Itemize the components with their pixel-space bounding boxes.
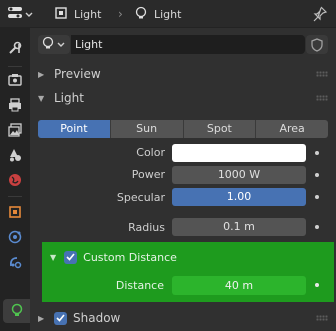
properties-tab-strip [0,28,30,331]
tab-light-data[interactable] [3,299,30,323]
collapsed-triangle-icon: ▶ [38,69,45,79]
color-swatch[interactable] [172,144,306,162]
image-stack-icon [7,122,23,141]
collapsed-triangle-icon: ▶ [38,313,45,323]
breadcrumb-object-label: Light [74,7,102,21]
chevron-down-icon [25,8,33,21]
tab-render[interactable] [3,69,27,93]
panel-shadow-label: Shadow [73,311,121,325]
light-properties-panel: Light ▶ Preview ▼ Light Point Sun Spot A… [30,28,336,331]
power-label: Power [131,168,165,181]
panel-shadow-header[interactable]: ▶ Shadow [30,306,336,330]
object-data-icon [54,6,68,23]
drag-grip-icon[interactable] [316,71,328,77]
shadow-checkbox[interactable] [54,311,67,325]
tab-world[interactable] [3,169,27,193]
drag-grip-icon[interactable] [316,315,328,321]
custom-distance-label: Custom Distance [83,250,177,264]
power-field[interactable]: 1000 W [172,166,306,184]
datablock-name-input[interactable]: Light [71,35,305,54]
keyframe-dot-icon[interactable] [315,195,319,199]
light-bulb-icon [134,6,148,23]
fake-user-shield-icon[interactable] [306,35,328,54]
camera-back-icon [7,72,23,91]
tab-physics[interactable] [3,226,27,250]
tab-constraints[interactable] [3,251,27,275]
light-type-area-button[interactable]: Area [256,120,328,138]
expanded-triangle-icon: ▼ [38,93,45,103]
tab-object[interactable] [3,201,27,225]
printer-icon [7,97,23,116]
specular-label: Specular [116,191,165,204]
light-type-spot-button[interactable]: Spot [183,120,257,138]
radius-label: Radius [128,221,165,234]
panel-preview-header[interactable]: ▶ Preview [30,62,336,86]
drag-grip-icon[interactable] [316,95,328,101]
tab-scene[interactable] [3,144,27,168]
wrench-screwdriver-icon [7,40,23,59]
properties-header: Light › Light [0,0,336,28]
breadcrumb-separator: › [118,7,123,21]
breadcrumb-light-data[interactable]: Light [134,4,181,24]
distance-field[interactable]: 40 m [172,276,306,295]
panel-light-header[interactable]: ▼ Light [30,86,336,110]
tab-view-layer[interactable] [3,119,27,143]
editor-type-button[interactable] [4,4,40,24]
tab-tool[interactable] [3,37,27,61]
breadcrumb-light-label: Light [154,7,182,21]
keyframe-dot-icon[interactable] [315,283,319,287]
distance-label: Distance [115,279,164,292]
world-globe-icon [7,172,23,191]
custom-distance-checkbox[interactable] [64,250,78,264]
physics-orbit-icon [7,229,23,248]
constraint-icon [7,254,23,273]
custom-distance-subpanel: ▼ Custom Distance Distance 40 m [42,242,334,302]
expanded-triangle-icon: ▼ [50,252,57,262]
specular-slider[interactable]: 1.00 [172,188,306,206]
panel-preview-label: Preview [54,67,101,81]
color-label: Color [136,146,165,159]
light-bulb-icon [41,36,55,53]
light-type-selector: Point Sun Spot Area [38,120,328,138]
datablock-browse-button[interactable] [38,35,70,54]
pin-icon[interactable] [312,5,328,23]
custom-distance-header[interactable]: ▼ Custom Distance [42,242,334,272]
radius-field[interactable]: 0.1 m [172,218,306,236]
panel-light-label: Light [54,91,84,105]
object-square-icon [7,204,23,223]
breadcrumb-object[interactable]: Light [54,4,101,24]
tab-output[interactable] [3,94,27,118]
keyframe-dot-icon[interactable] [315,173,319,177]
properties-editor-icon [7,6,23,23]
keyframe-dot-icon[interactable] [315,151,319,155]
scene-cone-icon [7,147,23,166]
chevron-down-icon [57,38,65,51]
keyframe-dot-icon[interactable] [315,225,319,229]
light-type-sun-button[interactable]: Sun [110,120,184,138]
light-bulb-icon [9,302,25,321]
light-type-point-button[interactable]: Point [38,120,111,138]
